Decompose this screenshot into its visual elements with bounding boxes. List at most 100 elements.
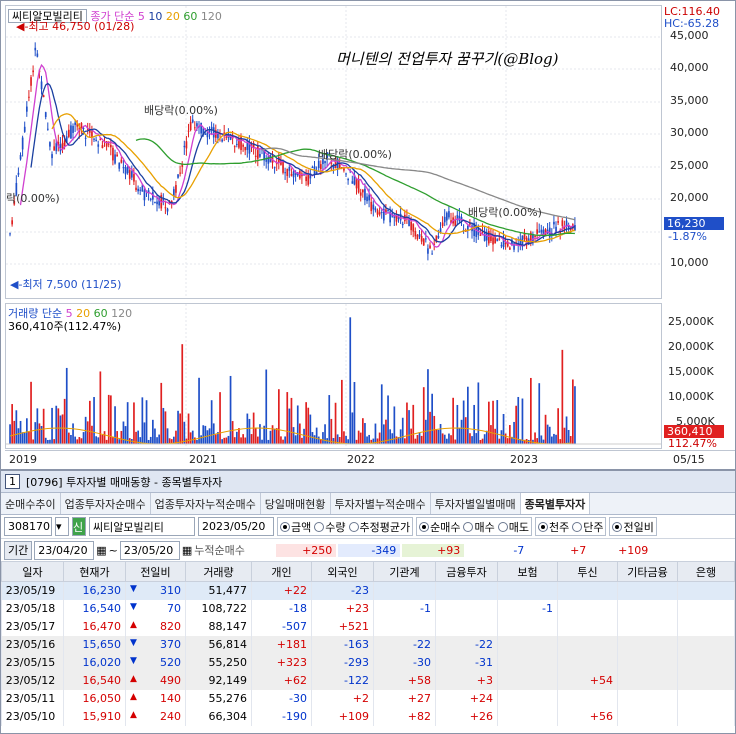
cell-ins [497, 617, 558, 636]
current-price-tag: 16,230 [664, 217, 724, 230]
x-tick: 2022 [347, 453, 375, 466]
screen-number[interactable]: 1 [5, 474, 20, 489]
table-row[interactable]: 23/05/19 16,230 ▼ 310 51,477 +22 -23 [1, 581, 735, 600]
tab-daily-trading[interactable]: 당일매매현황 [261, 493, 331, 514]
cell-change: ▲ 820 [125, 617, 186, 636]
radio-single-shares[interactable]: 단주 [572, 519, 603, 535]
calendar-icon[interactable]: ▦ [96, 544, 106, 557]
table-row[interactable]: 23/05/15 16,020 ▼ 520 55,250 +323 -293 -30 -31 [1, 653, 735, 672]
x-tick: 2021 [189, 453, 217, 466]
cell-frg: +109 [311, 707, 374, 726]
volume-current: 360,410주(112.47%) [8, 320, 122, 333]
cell-trust [557, 599, 618, 618]
cum-trust: +109 [618, 543, 649, 557]
blog-watermark: 머니텐의 전업투자 꿈꾸기(@Blog) [336, 50, 559, 68]
cell-price: 16,050 [63, 689, 126, 708]
ma20-legend: 20 [165, 10, 180, 23]
cell-volume: 51,477 [185, 581, 252, 600]
col-change[interactable]: 전일비 [125, 561, 186, 582]
period-label: 기간 [4, 540, 33, 560]
cell-price: 16,230 [63, 581, 126, 600]
radio-amount[interactable]: 금액 [280, 519, 311, 535]
dividend-label-2: 배당락(0.00%) [318, 148, 392, 161]
cell-change: ▲ 140 [125, 689, 186, 708]
radio-sell[interactable]: 매도 [497, 519, 529, 535]
col-institution[interactable]: 기관계 [373, 561, 436, 582]
cell-etc [617, 581, 678, 600]
tab-stock-investor[interactable]: 종목별투자자 [520, 493, 591, 514]
radio-thousand-shares[interactable]: 천주 [537, 519, 569, 535]
volume-tick: 15,000K [668, 365, 714, 378]
cell-ind: -18 [251, 599, 312, 618]
volume-chart[interactable]: 거래량 단순 5 20 60 120 360,410주(112.47%) [5, 303, 662, 449]
cell-trust [557, 653, 618, 672]
table-row[interactable]: 23/05/12 16,540 ▲ 490 92,149 +62 -122 +58 +3 +54 [1, 671, 735, 690]
price-chart[interactable]: 씨티알모빌리티 종가 단순 5 10 20 60 120 머니텐의 전업투자 꿈… [5, 5, 662, 299]
current-change-tag: -1.87% [668, 230, 707, 243]
tab-net-buy-trend[interactable]: 순매수추이 [1, 493, 61, 514]
cell-inst: +82 [373, 707, 436, 726]
cell-frg: +23 [311, 599, 374, 618]
panel-titlebar: 1 [0796] 투자자별 매매동향 - 종목별투자자 [1, 471, 735, 493]
radio-prev-day[interactable]: 전일비 [612, 519, 654, 535]
up-arrow-icon: ▲ [130, 674, 137, 684]
cell-bank [677, 653, 735, 672]
cell-ind: +323 [251, 653, 312, 672]
table-header: 일자 현재가 전일비 거래량 개인 외국인 기관계 금융투자 보험 투신 기타금… [1, 561, 735, 582]
stock-code-input[interactable]: 308170 [4, 517, 52, 536]
cell-trust: +54 [557, 671, 618, 690]
cell-bank [677, 689, 735, 708]
ma60-legend: 60 [183, 10, 198, 23]
cell-date: 23/05/16 [1, 635, 64, 654]
stock-chart[interactable]: 씨티알모빌리티 종가 단순 5 10 20 60 120 머니텐의 전업투자 꿈… [0, 0, 736, 470]
stock-name-field[interactable]: 씨티알모빌리티 [89, 517, 195, 536]
radio-net-buy[interactable]: 순매수 [419, 519, 460, 535]
col-trust[interactable]: 투신 [557, 561, 618, 582]
table-row[interactable]: 23/05/18 16,540 ▼ 70 108,722 -18 +23 -1 -1 [1, 599, 735, 618]
cell-bank [677, 635, 735, 654]
up-arrow-icon: ▲ [130, 710, 137, 720]
table-row[interactable]: 23/05/17 16,470 ▲ 820 88,147 -507 +521 [1, 617, 735, 636]
tab-investor-daily[interactable]: 투자자별일별매매 [431, 493, 521, 514]
cum-individual: +250 [276, 543, 337, 557]
date-from-input[interactable]: 23/04/20 [34, 540, 95, 560]
cell-trust [557, 689, 618, 708]
period-bar: 기간 23/04/20 ▦ ~ 23/05/20 ▦ 누적순매수 +250 -3… [1, 539, 735, 561]
col-individual[interactable]: 개인 [251, 561, 312, 582]
volume-tick: 20,000K [668, 340, 714, 353]
col-bank[interactable]: 은행 [677, 561, 735, 582]
tab-sector-investor-net[interactable]: 업종투자자순매수 [61, 493, 151, 514]
cell-date: 23/05/15 [1, 653, 64, 672]
cell-inst [373, 581, 436, 600]
table-row[interactable]: 23/05/10 15,910 ▲ 240 66,304 -190 +109 +82 +26 +5… [1, 707, 735, 726]
cell-frg: -293 [311, 653, 374, 672]
tab-sector-investor-cumulative[interactable]: 업종투자자누적순매수 [151, 493, 261, 514]
radio-buy[interactable]: 매수 [463, 519, 495, 535]
col-volume[interactable]: 거래량 [185, 561, 252, 582]
prev-radio-group: 전일비 [609, 517, 657, 536]
calendar-icon[interactable]: ▦ [182, 544, 192, 557]
code-dropdown-icon[interactable]: ▾ [55, 517, 69, 536]
tab-investor-cumulative[interactable]: 투자자별누적순매수 [331, 493, 431, 514]
cell-frg: -122 [311, 671, 374, 690]
cell-date: 23/05/12 [1, 671, 64, 690]
date-to-input[interactable]: 23/05/20 [119, 540, 180, 560]
date-input[interactable]: 2023/05/20 [198, 517, 274, 536]
radio-est-avg[interactable]: 추정평균가 [348, 519, 410, 535]
col-other-fin[interactable]: 기타금융 [617, 561, 678, 582]
cell-ind: -190 [251, 707, 312, 726]
cumulative-label: 누적순매수 [194, 544, 245, 557]
table-row[interactable]: 23/05/11 16,050 ▲ 140 55,276 -30 +2 +27 +24 [1, 689, 735, 708]
cell-ind: +22 [251, 581, 312, 600]
cell-etc [617, 635, 678, 654]
col-date[interactable]: 일자 [1, 561, 64, 582]
col-foreign[interactable]: 외국인 [311, 561, 374, 582]
radio-quantity[interactable]: 수량 [314, 519, 346, 535]
col-insurance[interactable]: 보험 [497, 561, 558, 582]
cell-inst: +27 [373, 689, 436, 708]
col-fin-invest[interactable]: 금융투자 [435, 561, 498, 582]
table-row[interactable]: 23/05/16 15,650 ▼ 370 56,814 +181 -163 -22 -22 [1, 635, 735, 654]
cell-fin [435, 617, 498, 636]
volume-tick: 10,000K [668, 390, 714, 403]
col-price[interactable]: 현재가 [63, 561, 126, 582]
